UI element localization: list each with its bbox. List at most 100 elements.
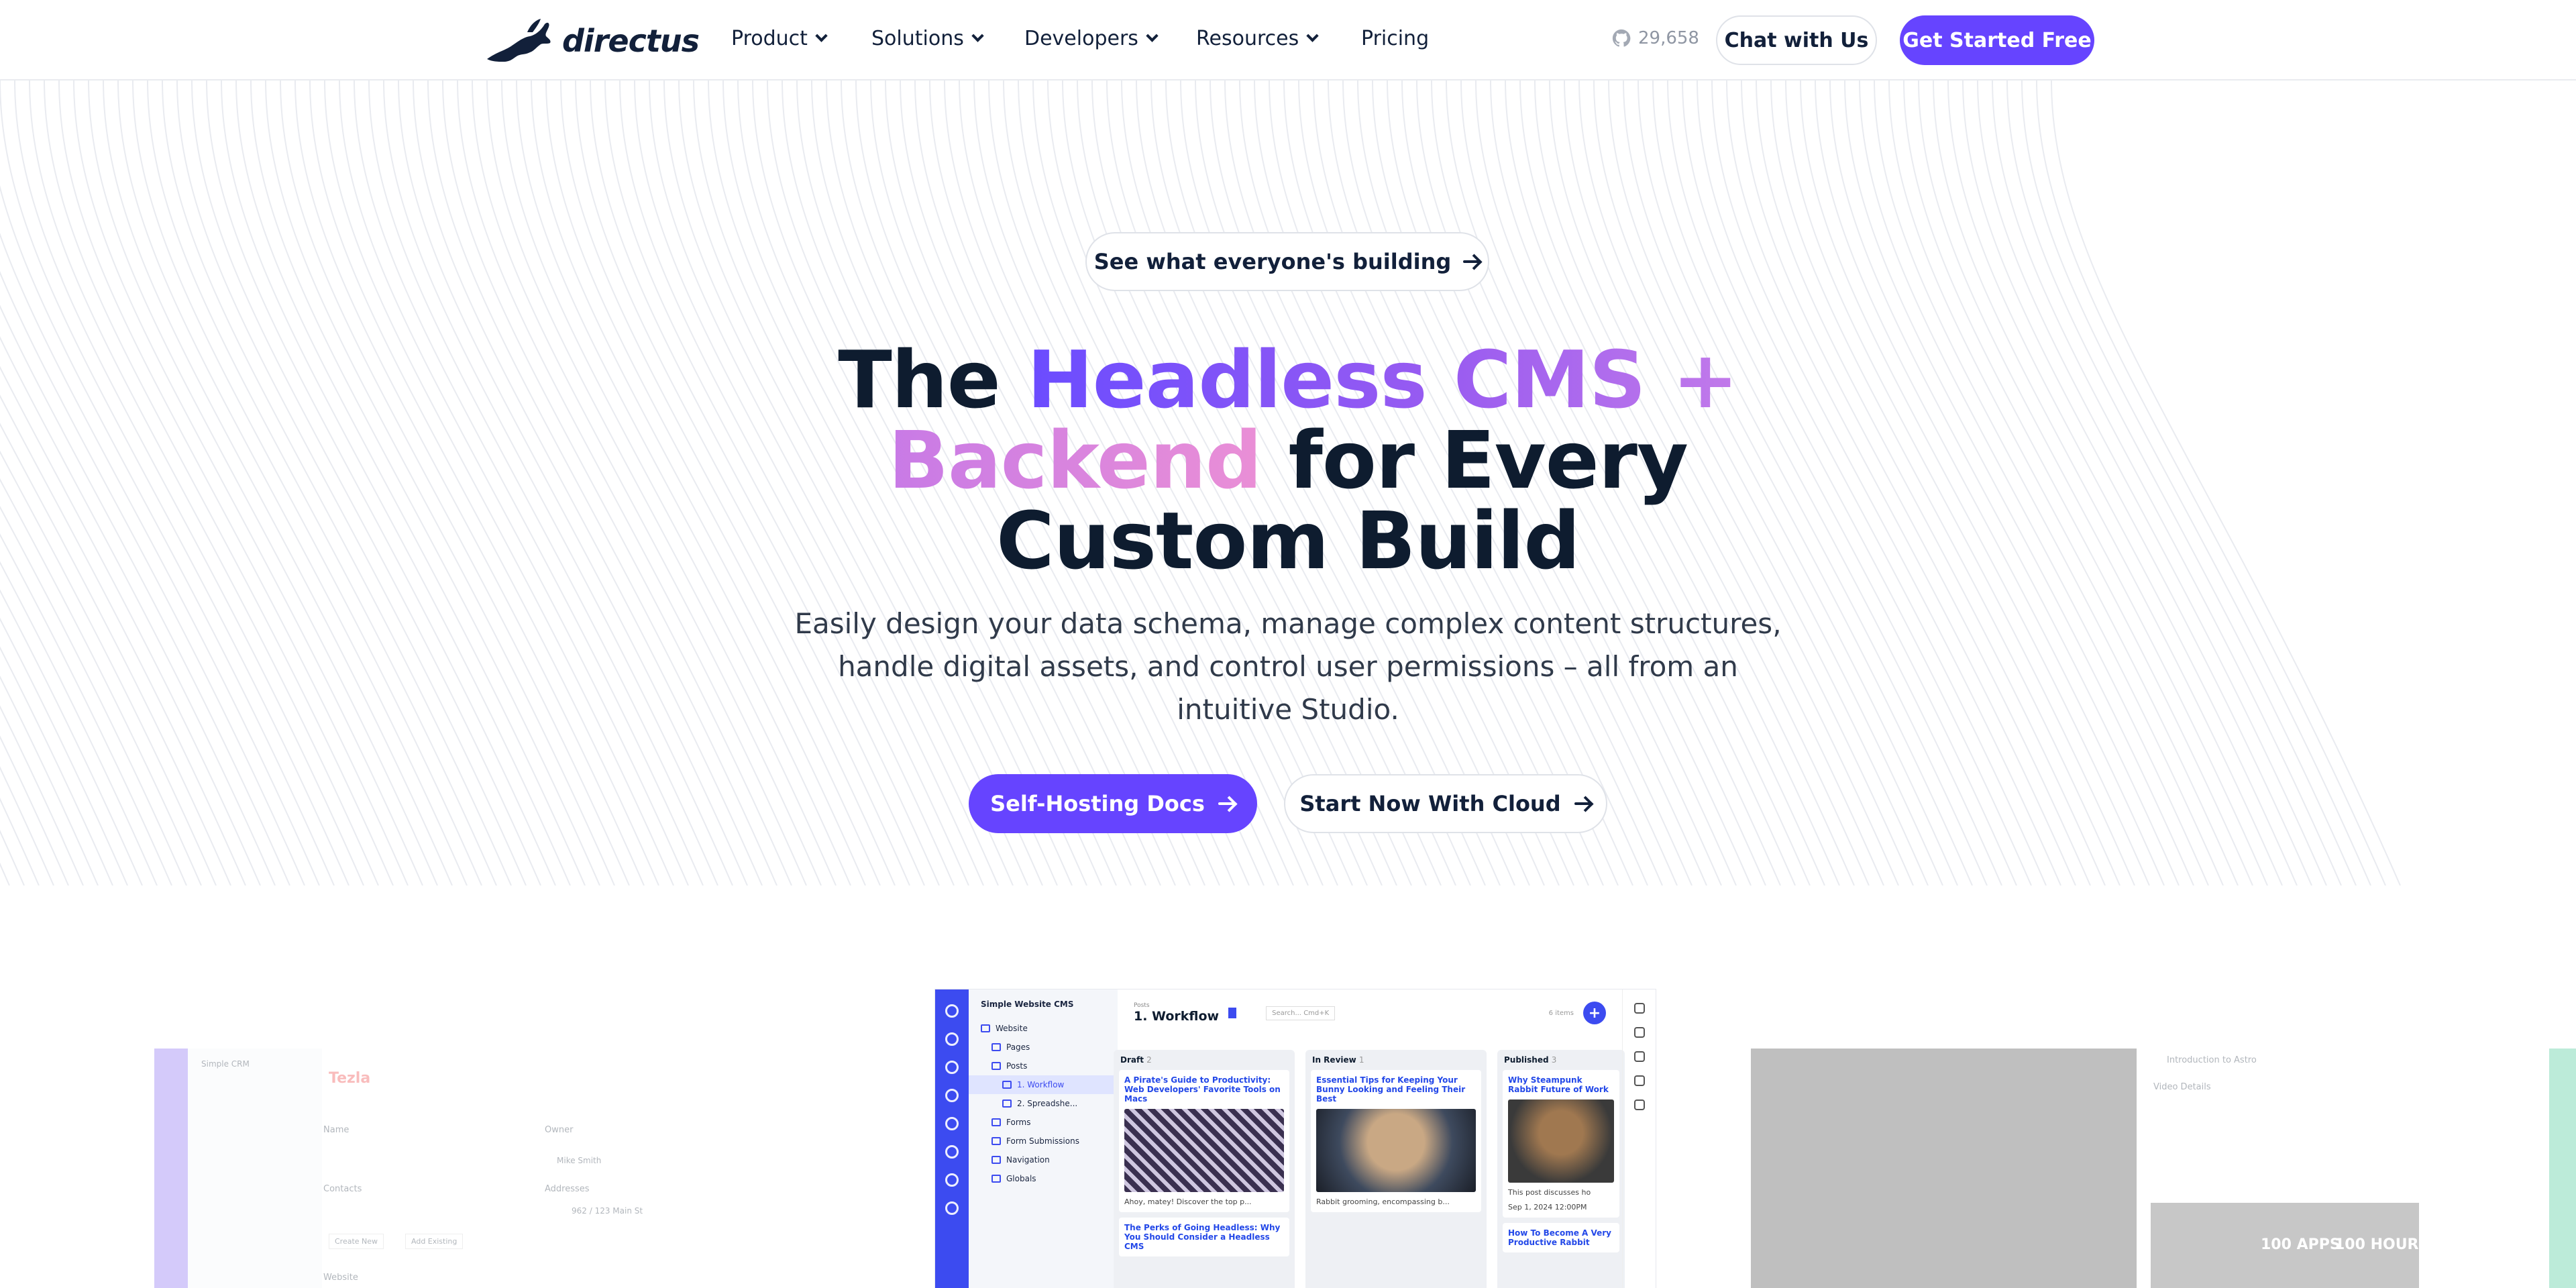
nav-posts: Posts: [969, 1057, 1118, 1075]
rabbit-logo-icon: [487, 19, 551, 62]
nav-solutions[interactable]: Solutions: [871, 27, 984, 50]
app-sidebar: [935, 989, 969, 1288]
column-title: Published: [1504, 1055, 1549, 1065]
background-line: [0, 589, 143, 885]
info-icon: [1633, 1003, 1645, 1014]
shortcut-icon: [1633, 1099, 1645, 1110]
background-line: [1918, 80, 2268, 885]
crm-owner-value: Mike Smith: [557, 1156, 602, 1165]
nav-pricing[interactable]: Pricing: [1361, 27, 1429, 50]
crm-field-website: Website: [323, 1273, 358, 1283]
preview-kanban-screenshot: Simple Website CMS Website Pages Posts 1…: [935, 989, 1656, 1288]
users-icon: [945, 1089, 959, 1102]
collection-nav: Simple Website CMS Website Pages Posts 1…: [969, 989, 1118, 1288]
start-now-with-cloud-label: Start Now With Cloud: [1299, 791, 1561, 816]
nav-navigation: Navigation: [969, 1150, 1118, 1169]
background-line: [0, 705, 84, 885]
video-badge-1: 100 APPS: [2261, 1236, 2341, 1253]
kanban-column-in-review: In Review 1 Essential Tips for Keeping Y…: [1305, 1050, 1487, 1288]
nav-website: Website: [969, 1019, 1118, 1038]
background-line: [1962, 80, 2312, 885]
background-line: [2021, 80, 2371, 885]
video-section-title: Video Details: [2153, 1082, 2211, 1092]
settings-icon: [945, 1201, 959, 1215]
kanban-card: Why Steampunk Rabbit Future of Work This…: [1503, 1070, 1619, 1218]
headline-accent-cms: Headless CMS +: [1026, 333, 1739, 426]
background-line: [0, 478, 202, 885]
background-line: [0, 676, 99, 885]
chat-with-us-button[interactable]: Chat with Us: [1716, 15, 1877, 65]
project-name: Simple Website CMS: [981, 1000, 1074, 1009]
kanban-column-draft: Draft 2 A Pirate's Guide to Productivity…: [1114, 1050, 1295, 1288]
right-rail: [1622, 989, 1656, 1288]
start-now-with-cloud-button[interactable]: Start Now With Cloud: [1284, 774, 1607, 833]
nav-pages: Pages: [969, 1038, 1118, 1057]
headline-part1: The: [838, 333, 1027, 426]
nav-product[interactable]: Product: [731, 27, 828, 50]
github-stars-count: 29,658: [1638, 28, 1699, 48]
chevron-down-icon: [1146, 30, 1159, 42]
video-badge-2: 100 HOURS: [2334, 1236, 2430, 1253]
nav-developers-label: Developers: [1024, 27, 1138, 50]
headline-part2: for Every: [1261, 414, 1688, 506]
chevron-down-icon: [1306, 30, 1319, 42]
get-started-free-button[interactable]: Get Started Free: [1900, 15, 2094, 65]
logo-text: directus: [562, 23, 700, 59]
crm-project: Simple CRM: [188, 1049, 322, 1288]
nav-workflow: 1. Workflow: [969, 1075, 1118, 1094]
background-line: [1992, 80, 2342, 885]
breadcrumb: Posts: [1134, 1002, 1150, 1009]
archive-icon: [1633, 1051, 1645, 1062]
nav-globals: Globals: [969, 1169, 1118, 1188]
nav-pricing-label: Pricing: [1361, 27, 1430, 50]
crm-record-title: Tezla: [329, 1070, 371, 1087]
arrow-right-icon: [1574, 796, 1592, 811]
chevron-down-icon: [971, 30, 984, 42]
pill-label: See what everyone's building: [1093, 249, 1452, 274]
crm-field-owner: Owner: [545, 1125, 574, 1135]
chevron-down-icon: [815, 30, 828, 42]
insights-icon: [945, 1145, 959, 1159]
headline-line3: Custom Build: [996, 494, 1580, 587]
background-line: [0, 450, 217, 885]
background-line: [1933, 80, 2283, 885]
self-hosting-docs-label: Self-Hosting Docs: [990, 791, 1205, 816]
background-line: [1947, 80, 2298, 885]
see-what-everyone-building-link[interactable]: See what everyone's building: [1085, 232, 1489, 291]
page: directus Product Solutions Developers Re…: [0, 0, 2576, 1288]
kanban-header: Posts 1. Workflow Search... Cmd+K 6 item…: [1118, 989, 1622, 1036]
logo[interactable]: directus: [483, 17, 700, 64]
arrow-right-icon: [1463, 254, 1481, 269]
background-line: [0, 561, 158, 885]
crm-field-contacts: Contacts: [323, 1184, 362, 1194]
files-icon: [945, 1117, 959, 1130]
background-line: [0, 336, 276, 885]
nav-developers[interactable]: Developers: [1024, 27, 1159, 50]
nav-resources[interactable]: Resources: [1196, 27, 1319, 50]
crm-field-name: Name: [323, 1125, 350, 1135]
add-item-icon: +: [1583, 1002, 1606, 1024]
self-hosting-docs-button[interactable]: Self-Hosting Docs: [969, 774, 1257, 833]
preview-crm-screenshot: Simple CRM Tezla Name Owner Mike Smith C…: [13, 1049, 818, 1288]
kanban-card: The Perks of Going Headless: Why You Sho…: [1119, 1218, 1289, 1256]
nav-spreadsheet: 2. Spreadshe...: [969, 1094, 1118, 1113]
crm-address-value: 962 / 123 Main St: [572, 1206, 643, 1216]
nav-form-submissions: Form Submissions: [969, 1132, 1118, 1150]
column-title: In Review: [1312, 1055, 1356, 1065]
github-stars-link[interactable]: 29,658: [1611, 28, 1699, 48]
preview-video-screenshot: Introduction to Astro Video Details 100 …: [1751, 1049, 2576, 1288]
crm-create-new-button: Create New: [329, 1234, 384, 1249]
content-icon: [945, 1061, 959, 1074]
background-line: [2036, 80, 2386, 885]
search-input: Search... Cmd+K: [1266, 1006, 1336, 1020]
nav-forms: Forms: [969, 1113, 1118, 1132]
crm-add-existing-button: Add Existing: [405, 1234, 464, 1249]
search-icon: [945, 1032, 959, 1046]
card-image: [1508, 1099, 1614, 1183]
top-navbar: directus Product Solutions Developers Re…: [0, 0, 2576, 80]
nav-resources-label: Resources: [1196, 27, 1299, 50]
background-line: [2051, 80, 2401, 885]
hero-headline: The Headless CMS + Backend for Every Cus…: [751, 339, 1825, 581]
column-title: Draft: [1120, 1055, 1144, 1065]
github-icon: [1612, 29, 1631, 47]
